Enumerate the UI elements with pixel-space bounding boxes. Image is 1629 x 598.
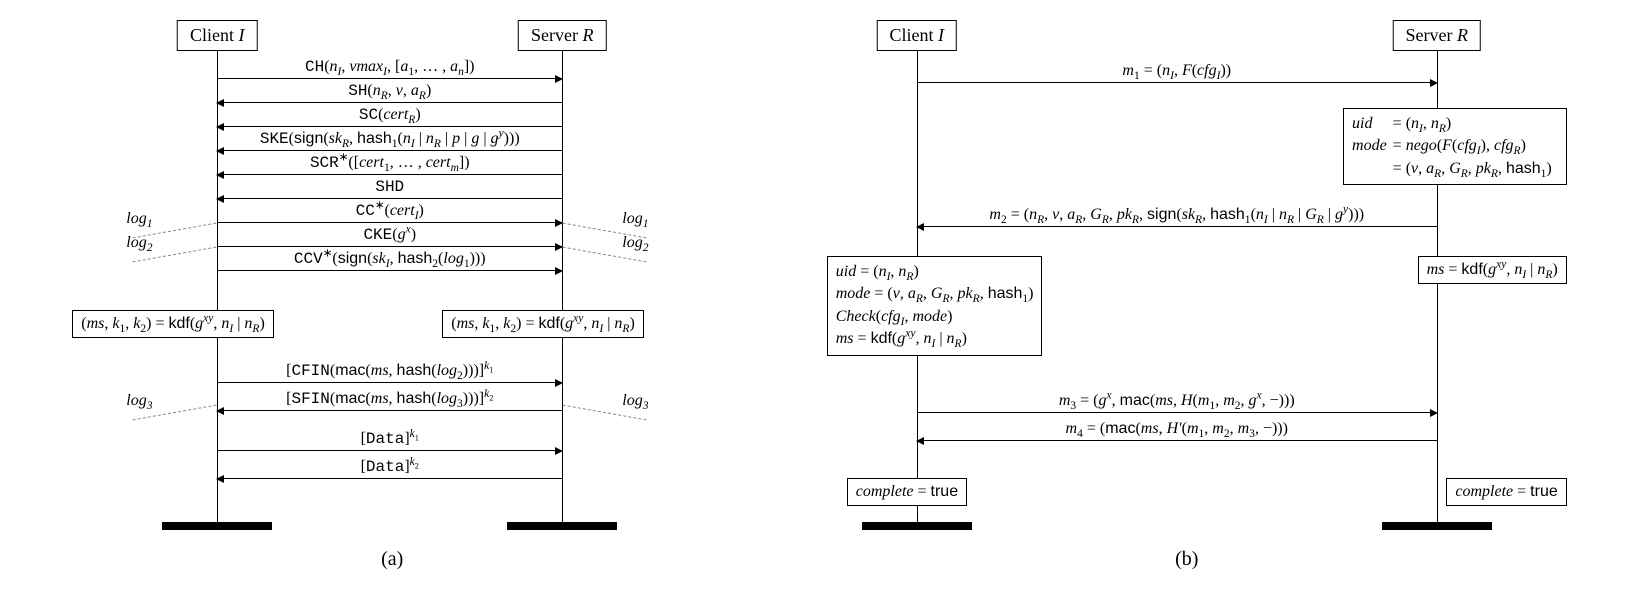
msg-cc: CC∗(certI) [217, 222, 562, 223]
label-m1: m1 = (nI, F(cfgI)) [1120, 62, 1233, 80]
msg-sfin: [SFIN(mac(ms, hash(log3)))]k2 [217, 410, 562, 411]
server-head-a: Server R [518, 20, 606, 51]
endbar-server-b [1382, 522, 1492, 530]
label-data1: [Data]k1 [359, 430, 421, 448]
msg-cfin: [CFIN(mac(ms, hash(log2)))]k1 [217, 382, 562, 383]
msg-scr: SCR∗([cert1, … , certm]) [217, 174, 562, 175]
msg-m3: m3 = (gx, mac(ms, H(m1, m2, gx, −))) [917, 412, 1437, 413]
label-shd: SHD [373, 178, 406, 196]
label-data2: [Data]k2 [359, 458, 421, 476]
msg-sc: SC(certR) [217, 126, 562, 127]
client-head-a: Client I [177, 20, 258, 51]
note-kdf-right: (ms, k1, k2) = kdf(gxy, nI | nR) [442, 310, 644, 338]
msg-cke: CKE(gx) [217, 246, 562, 247]
sequence-a: Client I Server R CH(nI, vmaxI, [a1, … ,… [42, 20, 742, 540]
note-server-ms: ms = kdf(gxy, nI | nR) [1418, 256, 1567, 284]
msg-ccv: CCV∗(sign(skI, hash2(log1))) [217, 270, 562, 271]
msg-sh: SH(nR, v, aR) [217, 102, 562, 103]
note-server-mode: uid= (nI, nR)mode= nego(F(cfgI), cfgR)= … [1343, 108, 1567, 185]
endbar-client-b [862, 522, 972, 530]
msg-ch: CH(nI, vmaxI, [a1, … , an]) [217, 78, 562, 79]
label-ske: SKE(sign(skR, hash1(nI | nR | p | g | gy… [258, 130, 522, 148]
msg-m1: m1 = (nI, F(cfgI)) [917, 82, 1437, 83]
note-complete-server: complete = true [1446, 478, 1566, 506]
server-head-b: Server R [1393, 20, 1481, 51]
log3-left: log3 [126, 392, 152, 410]
label-sfin: [SFIN(mac(ms, hash(log3)))]k2 [284, 390, 495, 408]
msg-shd: SHD [217, 198, 562, 199]
panel-a: Client I Server R CH(nI, vmaxI, [a1, … ,… [42, 20, 742, 578]
caption-a: (a) [381, 548, 403, 571]
label-m4: m4 = (mac(ms, H′(m1, m2, m3, −))) [1064, 420, 1290, 438]
label-scr: SCR∗([cert1, … , certm]) [308, 154, 472, 172]
label-cke: CKE(gx) [361, 226, 418, 244]
log1-right: log1 [622, 210, 648, 228]
server-lifeline-a [562, 50, 563, 530]
caption-b: (b) [1175, 548, 1198, 571]
note-complete-client: complete = true [847, 478, 967, 506]
note-kdf-left: (ms, k1, k2) = kdf(gxy, nI | nR) [72, 310, 274, 338]
label-sh: SH(nR, v, aR) [346, 82, 433, 100]
log2-right: log2 [622, 234, 648, 252]
msg-ske: SKE(sign(skR, hash1(nI | nR | p | g | gy… [217, 150, 562, 151]
endbar-server-a [507, 522, 617, 530]
log2-left: log2 [126, 234, 152, 252]
label-m2: m2 = (nR, v, aR, GR, pkR, sign(skR, hash… [987, 206, 1366, 224]
log3-right: log3 [622, 392, 648, 410]
label-m3: m3 = (gx, mac(ms, H(m1, m2, gx, −))) [1057, 392, 1297, 410]
log1-left: log1 [126, 210, 152, 228]
endbar-client-a [162, 522, 272, 530]
label-ch: CH(nI, vmaxI, [a1, … , an]) [303, 58, 477, 76]
label-cc: CC∗(certI) [354, 202, 426, 220]
msg-m4: m4 = (mac(ms, H′(m1, m2, m3, −))) [917, 440, 1437, 441]
msg-data1: [Data]k1 [217, 450, 562, 451]
panel-b: Client I Server R m1 = (nI, F(cfgI)) uid… [787, 20, 1587, 578]
label-sc: SC(certR) [357, 106, 423, 124]
label-cfin: [CFIN(mac(ms, hash(log2)))]k1 [284, 362, 495, 380]
sequence-b: Client I Server R m1 = (nI, F(cfgI)) uid… [787, 20, 1587, 540]
note-client-mode: uid = (nI, nR)mode = (v, aR, GR, pkR, ha… [827, 256, 1043, 356]
client-head-b: Client I [877, 20, 958, 51]
msg-m2: m2 = (nR, v, aR, GR, pkR, sign(skR, hash… [917, 226, 1437, 227]
msg-data2: [Data]k2 [217, 478, 562, 479]
label-ccv: CCV∗(sign(skI, hash2(log1))) [292, 250, 488, 268]
